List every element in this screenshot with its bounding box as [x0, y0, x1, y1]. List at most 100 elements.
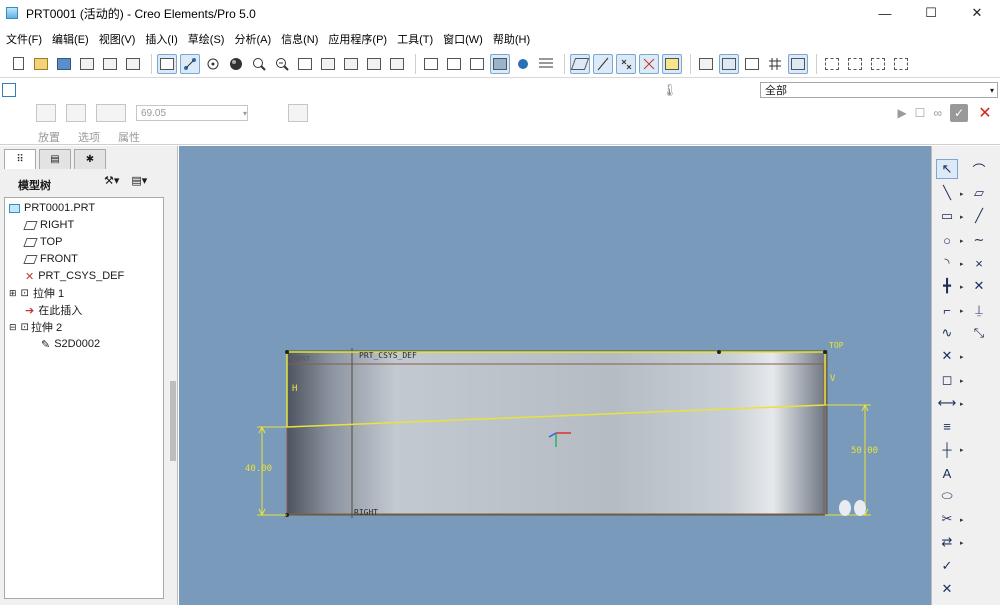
spline-curve-icon[interactable]: ∿ — [936, 323, 958, 343]
line-icon[interactable]: ╲ — [936, 183, 958, 203]
trim-icon[interactable]: ✂ — [936, 509, 958, 529]
open-file-icon[interactable] — [31, 54, 51, 74]
constraint-icon[interactable]: ┼ — [936, 439, 958, 459]
text-on-edge-icon[interactable]: ⍊ — [968, 300, 990, 320]
datum-planes-icon[interactable] — [570, 53, 590, 74]
construction-line-icon[interactable]: ╱ — [968, 206, 990, 226]
wireframe-icon[interactable] — [421, 54, 441, 74]
model-tree-tab-icon[interactable]: ⠿ — [4, 149, 36, 169]
menu-view[interactable]: 视图(V) — [95, 31, 142, 47]
repaint-icon[interactable] — [157, 53, 177, 74]
tree-item[interactable]: ⊟ ⊡ 拉伸 2 — [9, 319, 62, 335]
flip-thicken-icon[interactable] — [348, 104, 368, 122]
print-icon[interactable] — [77, 54, 97, 74]
menu-info[interactable]: 信息(N) — [277, 31, 324, 47]
mirror-icon[interactable]: ⇄ — [936, 532, 958, 552]
datum-axes-icon[interactable] — [593, 53, 613, 74]
tree-item[interactable]: ✕ PRT_CSYS_DEF — [25, 268, 124, 284]
spin-center-icon[interactable] — [180, 53, 200, 74]
remove-material-icon[interactable] — [288, 104, 308, 122]
sketch-view-icon[interactable] — [696, 54, 716, 74]
menu-edit[interactable]: 编辑(E) — [48, 31, 95, 47]
menu-analysis[interactable]: 分析(A) — [230, 31, 277, 47]
show-icon[interactable]: ▤▾ — [131, 174, 147, 187]
tree-item[interactable]: ✎ S2D0002 — [41, 336, 100, 352]
hidden-line-icon[interactable] — [444, 54, 464, 74]
annotations-icon[interactable] — [662, 53, 682, 74]
verify-icon[interactable] — [891, 54, 911, 74]
tab-options[interactable]: 选项 — [78, 129, 100, 145]
fillet-icon[interactable]: ╋ — [936, 276, 958, 296]
orient-mode-icon[interactable] — [203, 54, 223, 74]
toggle-vertices-icon[interactable] — [788, 53, 808, 74]
select-chain-icon[interactable] — [845, 54, 865, 74]
select-arrow-icon[interactable]: ↖ — [936, 159, 958, 179]
datum-points-icon[interactable] — [616, 53, 636, 74]
send-mail-icon[interactable] — [100, 54, 120, 74]
save-icon[interactable] — [54, 54, 74, 74]
use-edge-icon[interactable]: ⤡ — [968, 323, 990, 343]
pause-icon[interactable]: ▶ — [897, 106, 906, 120]
solid-icon[interactable] — [36, 104, 56, 122]
settings-icon[interactable]: ⚒▾ — [104, 174, 119, 187]
minimize-button[interactable]: — — [862, 0, 908, 26]
tree-item[interactable]: TOP — [23, 234, 62, 250]
menu-help[interactable]: 帮助(H) — [489, 31, 536, 47]
tab-placement[interactable]: 放置 — [38, 129, 60, 145]
quit-sketch-icon[interactable]: ✕ — [936, 579, 958, 599]
coordinate-systems-icon[interactable] — [639, 53, 659, 74]
arc-icon[interactable]: ◝ — [936, 253, 958, 273]
menu-file[interactable]: 文件(F) — [2, 31, 48, 47]
dimension-icon[interactable]: ⟷ — [936, 393, 958, 413]
ok-button[interactable]: ✓ — [950, 104, 968, 122]
reorient-icon[interactable] — [318, 54, 338, 74]
toggle-constraints-icon[interactable] — [742, 54, 762, 74]
point-icon[interactable]: × — [968, 253, 990, 273]
tree-item[interactable]: ➔ 在此插入 — [25, 302, 82, 318]
verify-preview-icon[interactable]: ∞ — [933, 106, 942, 120]
collapse-icon[interactable]: ⊟ — [9, 322, 17, 333]
menu-insert[interactable]: 插入(I) — [141, 31, 183, 47]
preview-checkbox-icon[interactable]: ☐ — [915, 106, 926, 120]
menu-tools[interactable]: 工具(T) — [393, 31, 439, 47]
graphics-window[interactable]: PRT_CSYS_DEF TOP RIGHT FRONT 40.00 50.00… — [179, 146, 931, 605]
menu-window[interactable]: 窗口(W) — [439, 31, 489, 47]
modify-icon[interactable]: ≡ — [936, 416, 958, 436]
spline-icon[interactable]: ∼ — [968, 230, 990, 250]
zoom-out-icon[interactable] — [272, 54, 292, 74]
panel-sash[interactable] — [170, 381, 176, 461]
new-file-icon[interactable] — [8, 54, 28, 74]
selection-filter[interactable]: 全部 ▾ — [760, 82, 998, 98]
tree-item[interactable]: ⊞ ⊡ 拉伸 1 — [9, 285, 64, 301]
offset-icon[interactable]: ◻ — [936, 370, 958, 390]
maximize-button[interactable]: ☐ — [908, 0, 954, 26]
surface-icon[interactable] — [66, 104, 86, 122]
close-button[interactable]: ✕ — [954, 0, 1000, 26]
layers-icon[interactable] — [364, 54, 384, 74]
send-link-icon[interactable] — [123, 54, 143, 74]
right-dimension[interactable] — [825, 403, 871, 517]
palette-shape-icon[interactable]: ⬭ — [936, 486, 958, 506]
text-icon[interactable]: A — [936, 463, 958, 483]
depth-value-input[interactable]: 69.05 ▾ — [136, 105, 248, 121]
menu-sketch[interactable]: 草绘(S) — [184, 31, 231, 47]
appearance-gallery-icon[interactable] — [226, 54, 246, 74]
view-manager-icon[interactable] — [387, 54, 407, 74]
cancel-button[interactable]: ✕ — [976, 104, 994, 122]
tree-item[interactable]: PRT0001.PRT — [9, 200, 95, 216]
toggle-grid-icon[interactable] — [765, 54, 785, 74]
enhanced-realism-icon[interactable] — [513, 54, 533, 74]
shading-icon[interactable] — [490, 53, 510, 74]
select-all-icon[interactable] — [868, 54, 888, 74]
dimension-left-value[interactable]: 40.00 — [245, 464, 272, 474]
dimension-right-value[interactable]: 50.00 — [851, 446, 878, 456]
no-hidden-icon[interactable] — [467, 54, 487, 74]
menu-applications[interactable]: 应用程序(P) — [324, 31, 393, 47]
done-sketch-icon[interactable]: ✓ — [936, 556, 958, 576]
rectangle-icon[interactable]: ▭ — [936, 206, 958, 226]
zoom-in-icon[interactable] — [249, 54, 269, 74]
circle-icon[interactable]: ○ — [936, 230, 958, 250]
folder-browser-tab-icon[interactable]: ▤ — [39, 149, 71, 169]
tree-item[interactable]: FRONT — [23, 251, 78, 267]
sketch-point-icon[interactable]: ✕ — [936, 346, 958, 366]
